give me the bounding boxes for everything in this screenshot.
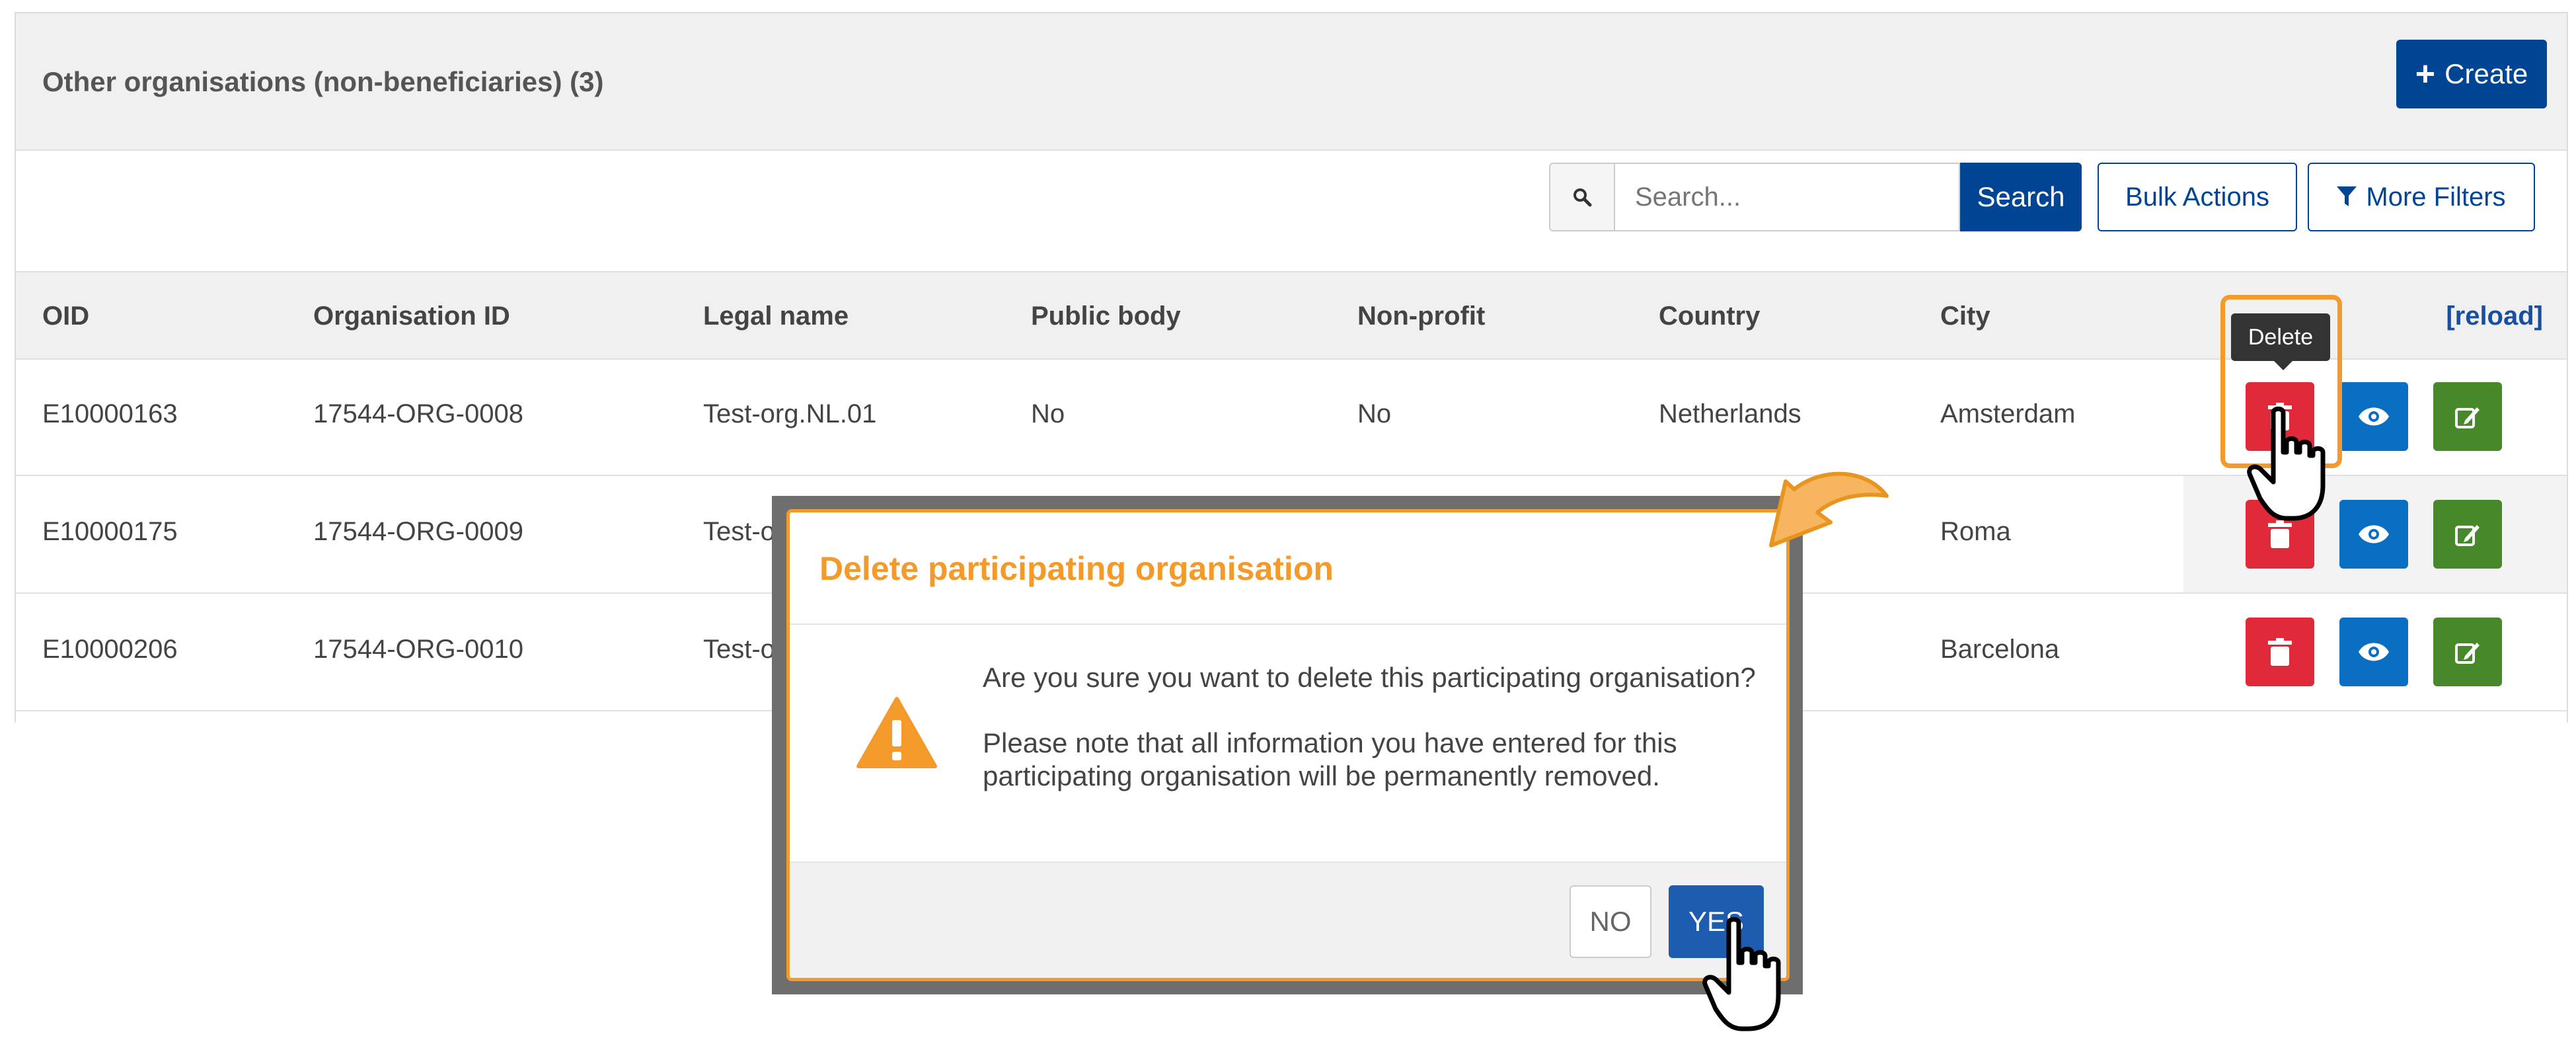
bulk-actions-button[interactable]: Bulk Actions	[2098, 163, 2297, 231]
cell-oid: E10000206	[42, 635, 178, 664]
reload-link[interactable]: [reload]	[2446, 301, 2543, 331]
column-legal-name[interactable]: Legal name	[703, 301, 849, 331]
filter-icon	[2337, 186, 2357, 206]
create-label: Create	[2444, 58, 2528, 89]
delete-tooltip: Delete	[2231, 313, 2330, 370]
cell-city: Amsterdam	[1940, 399, 2076, 428]
search-button[interactable]: Search	[1960, 163, 2082, 231]
no-button[interactable]: NO	[1570, 885, 1651, 958]
view-button[interactable]	[2339, 500, 2408, 569]
warning-icon	[856, 697, 937, 768]
column-city[interactable]: City	[1940, 301, 1990, 331]
column-oid[interactable]: OID	[42, 301, 89, 331]
edit-button[interactable]	[2433, 382, 2502, 451]
column-organisation-id[interactable]: Organisation ID	[313, 301, 510, 331]
column-country[interactable]: Country	[1659, 301, 1760, 331]
view-button[interactable]	[2339, 382, 2408, 451]
edit-icon	[2455, 525, 2480, 546]
hand-cursor-icon	[2247, 406, 2326, 521]
cell-country: Netherlands	[1659, 399, 1801, 428]
table-row: E10000163 17544-ORG-0008 Test-org.NL.01 …	[16, 358, 2567, 476]
dialog-question: Are you sure you want to delete this par…	[983, 662, 1756, 693]
edit-icon	[2455, 643, 2480, 664]
plus-icon: +	[2415, 55, 2436, 93]
delete-button[interactable]	[2246, 618, 2314, 686]
cell-city: Roma	[1940, 517, 2011, 546]
curved-arrow-icon	[1769, 471, 1889, 547]
search-addon	[1549, 163, 1615, 231]
edit-button[interactable]	[2433, 500, 2502, 569]
trash-icon	[2268, 638, 2292, 666]
view-button[interactable]	[2339, 618, 2408, 686]
create-button[interactable]: + Create	[2396, 40, 2547, 108]
more-filters-label: More Filters	[2366, 182, 2506, 212]
dialog-note: Please note that all information you hav…	[983, 727, 1677, 791]
dialog-footer: NO YES	[790, 862, 1786, 978]
cell-legal-name: Test-o	[703, 517, 775, 546]
eye-icon	[2359, 643, 2389, 661]
cell-org-id: 17544-ORG-0008	[313, 399, 523, 428]
more-filters-button[interactable]: More Filters	[2308, 163, 2535, 231]
dialog-header: Delete participating organisation	[790, 512, 1786, 625]
column-non-profit[interactable]: Non-profit	[1357, 301, 1485, 331]
cell-oid: E10000163	[42, 399, 178, 428]
cell-legal-name: Test-o	[703, 635, 775, 664]
eye-icon	[2359, 407, 2389, 426]
dialog-title: Delete participating organisation	[819, 550, 1334, 587]
panel-header: Other organisations (non-beneficiaries) …	[16, 13, 2567, 151]
cell-public-body: No	[1031, 399, 1065, 428]
table-header: OID Organisation ID Legal name Public bo…	[16, 271, 2567, 360]
panel-title: Other organisations (non-beneficiaries) …	[42, 66, 604, 97]
delete-dialog: Delete participating organisation Are yo…	[786, 509, 1790, 981]
cell-non-profit: No	[1357, 399, 1392, 428]
column-public-body[interactable]: Public body	[1031, 301, 1181, 331]
edit-icon	[2455, 407, 2480, 428]
hand-cursor-icon	[1702, 916, 1781, 1031]
search-input[interactable]	[1615, 163, 1960, 231]
cell-oid: E10000175	[42, 517, 178, 546]
cell-city: Barcelona	[1940, 635, 2060, 664]
search-icon	[1573, 188, 1592, 207]
cell-legal-name: Test-org.NL.01	[703, 399, 877, 428]
cell-org-id: 17544-ORG-0010	[313, 635, 523, 664]
edit-button[interactable]	[2433, 618, 2502, 686]
eye-icon	[2359, 525, 2389, 543]
cell-org-id: 17544-ORG-0009	[313, 517, 523, 546]
dialog-body: Are you sure you want to delete this par…	[790, 623, 1786, 867]
